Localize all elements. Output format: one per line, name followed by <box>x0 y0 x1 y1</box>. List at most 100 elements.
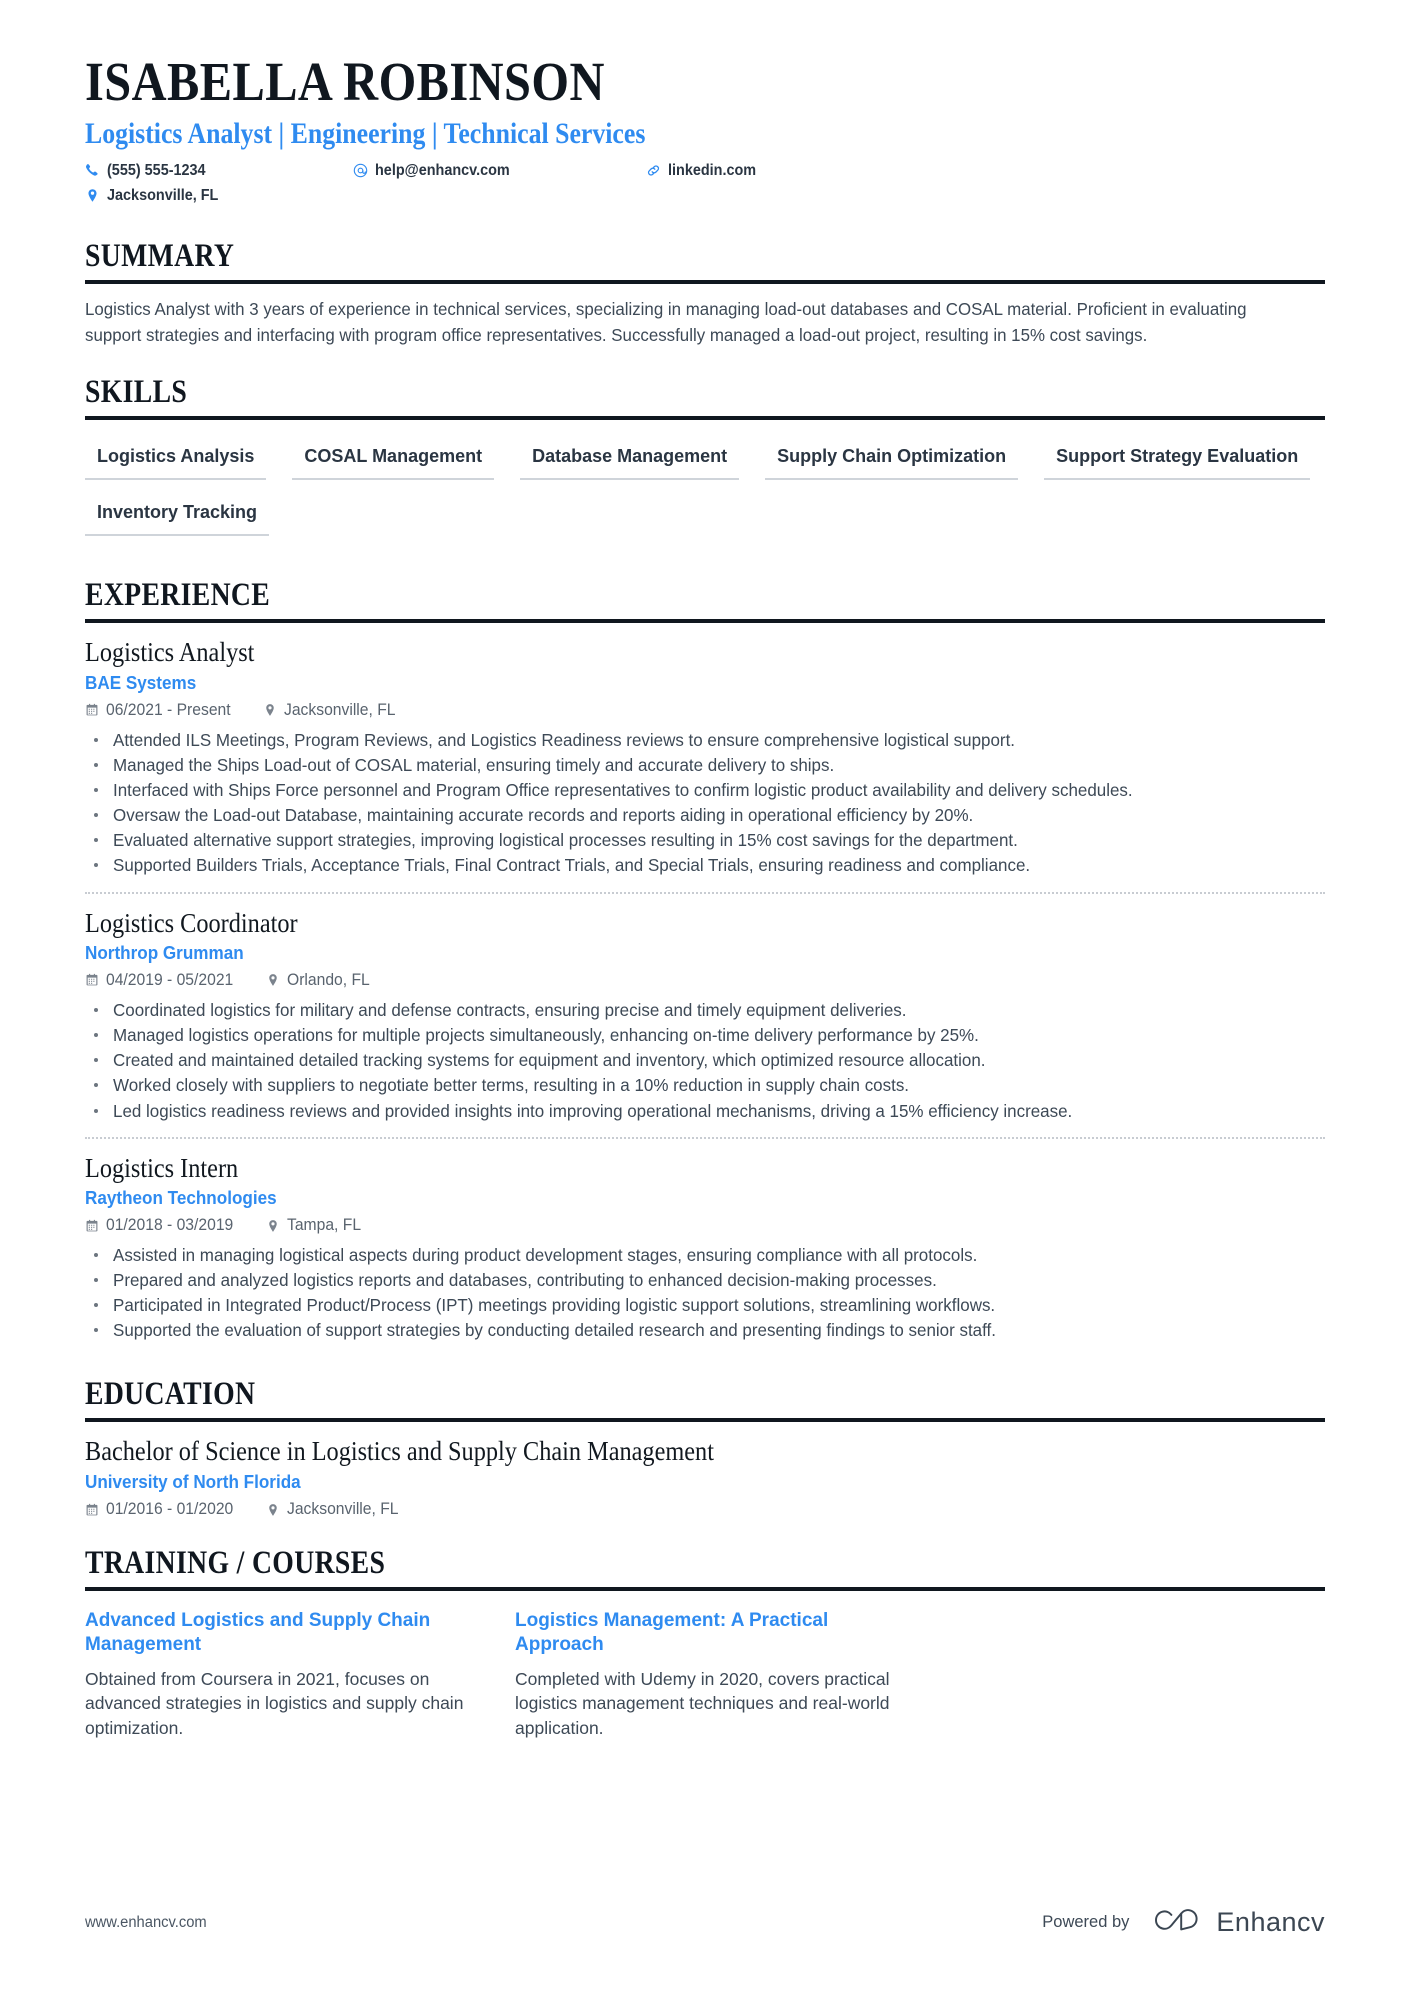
bullet-item: Participated in Integrated Product/Proce… <box>85 1293 1310 1317</box>
footer-url[interactable]: www.enhancv.com <box>85 1914 207 1932</box>
bullet-text: Supported the evaluation of support stra… <box>113 1320 996 1341</box>
resume-page: ISABELLA ROBINSON Logistics Analyst | En… <box>0 0 1410 1995</box>
job-location: Tampa, FL <box>266 1216 365 1235</box>
experience-body: Logistics Analyst BAE Systems 06/2021 - … <box>85 623 1325 1349</box>
contact-phone-value: (555) 555-1234 <box>107 161 206 179</box>
experience-entry: Logistics Coordinator Northrop Grumman 0… <box>85 891 1325 1130</box>
bullet-item: Evaluated alternative support strategies… <box>85 828 1310 852</box>
section-summary: SUMMARY Logistics Analyst with 3 years o… <box>85 239 1325 348</box>
resume-header: ISABELLA ROBINSON Logistics Analyst | En… <box>85 52 1325 212</box>
calendar-icon <box>85 703 99 717</box>
skill-chip: Supply Chain Optimization <box>765 439 1019 481</box>
section-experience: EXPERIENCE Logistics Analyst BAE Systems… <box>85 579 1325 1349</box>
contact-location-value: Jacksonville, FL <box>107 186 219 204</box>
section-title-training: TRAINING / COURSES <box>85 1545 386 1581</box>
job-location: Jacksonville, FL <box>263 701 401 720</box>
bullet-item: Worked closely with suppliers to negotia… <box>85 1073 1310 1097</box>
job-dates: 04/2019 - 05/2021 <box>85 971 240 990</box>
contact-block: (555) 555-1234 help@enhancv.com linkedin… <box>85 162 1325 212</box>
education-entry: Bachelor of Science in Logistics and Sup… <box>85 1435 1325 1519</box>
location-pin-icon <box>263 703 277 717</box>
course-description: Completed with Udemy in 2020, covers pra… <box>515 1668 890 1738</box>
candidate-name: ISABELLA ROBINSON <box>85 51 605 112</box>
bullet-text: Supported Builders Trials, Acceptance Tr… <box>113 855 1031 876</box>
email-icon <box>353 163 368 178</box>
bullet-item: Assisted in managing logistical aspects … <box>85 1243 1310 1267</box>
footer-branding: Powered by Enhancv <box>1042 1905 1325 1940</box>
skill-chip: Inventory Tracking <box>85 495 270 537</box>
education-location-value: Jacksonville, FL <box>286 1500 399 1518</box>
bullet-text: Assisted in managing logistical aspects … <box>113 1245 978 1266</box>
location-pin-icon <box>85 188 100 203</box>
bullet-text: Created and maintained detailed tracking… <box>113 1050 986 1071</box>
job-location-value: Orlando, FL <box>286 970 370 989</box>
bullet-text: Managed logistics operations for multipl… <box>113 1025 979 1046</box>
bullet-item: Supported the evaluation of support stra… <box>85 1318 1310 1342</box>
job-title: Logistics Coordinator <box>85 907 298 938</box>
section-education: EDUCATION Bachelor of Science in Logisti… <box>85 1375 1325 1519</box>
section-title-education: EDUCATION <box>85 1375 256 1412</box>
location-pin-icon <box>266 1219 280 1233</box>
calendar-icon <box>85 1219 99 1233</box>
job-meta: 06/2021 - Present Jacksonville, FL <box>85 701 1325 720</box>
education-location: Jacksonville, FL <box>266 1500 404 1519</box>
job-location-value: Tampa, FL <box>286 1216 362 1235</box>
bullet-item: Supported Builders Trials, Acceptance Tr… <box>85 853 1310 877</box>
job-meta: 04/2019 - 05/2021 Orlando, FL <box>85 971 1325 990</box>
contact-email[interactable]: help@enhancv.com <box>353 162 646 180</box>
experience-entry: Logistics Intern Raytheon Technologies 0… <box>85 1136 1325 1350</box>
contact-email-value: help@enhancv.com <box>375 161 510 179</box>
bullet-text: Interfaced with Ships Force personnel an… <box>113 780 1133 800</box>
bullet-item: Oversaw the Load-out Database, maintaini… <box>85 803 1310 827</box>
enhancv-logo: Enhancv <box>1149 1905 1325 1940</box>
bullet-item: Attended ILS Meetings, Program Reviews, … <box>85 728 1310 752</box>
summary-text: Logistics Analyst with 3 years of experi… <box>85 298 1247 345</box>
education-meta: 01/2016 - 01/2020 Jacksonville, FL <box>85 1500 1325 1519</box>
bullet-item: Prepared and analyzed logistics reports … <box>85 1268 1310 1292</box>
course-title: Logistics Management: A Practical Approa… <box>515 1610 829 1656</box>
job-dates: 06/2021 - Present <box>85 701 237 720</box>
bullet-item: Led logistics readiness reviews and prov… <box>85 1099 1310 1123</box>
calendar-icon <box>85 1503 99 1517</box>
job-dates-value: 06/2021 - Present <box>106 700 231 719</box>
calendar-icon <box>85 973 99 987</box>
education-body: Bachelor of Science in Logistics and Sup… <box>85 1422 1325 1519</box>
bullet-text: Managed the Ships Load-out of COSAL mate… <box>113 754 835 775</box>
education-dates: 01/2016 - 01/2020 <box>85 1500 240 1519</box>
section-training: TRAINING / COURSES Advanced Logistics an… <box>85 1547 1325 1740</box>
bullet-text: Prepared and analyzed logistics reports … <box>113 1270 937 1291</box>
course-description: Obtained from Coursera in 2021, focuses … <box>85 1668 464 1738</box>
contact-location: Jacksonville, FL <box>85 187 353 205</box>
courses-list: Advanced Logistics and Supply Chain Mana… <box>85 1604 1325 1740</box>
bullet-item: Managed the Ships Load-out of COSAL mate… <box>85 753 1310 777</box>
job-title: Logistics Intern <box>85 1152 239 1183</box>
education-degree: Bachelor of Science in Logistics and Sup… <box>85 1435 714 1466</box>
job-company: Northrop Grumman <box>85 942 244 963</box>
skills-body: Logistics Analysis COSAL Management Data… <box>85 420 1325 551</box>
enhancv-mark-icon <box>1149 1905 1205 1940</box>
job-company: BAE Systems <box>85 672 197 693</box>
location-pin-icon <box>266 973 280 987</box>
job-meta: 01/2018 - 03/2019 Tampa, FL <box>85 1216 1325 1235</box>
contact-linkedin-value: linkedin.com <box>668 161 757 179</box>
contact-phone[interactable]: (555) 555-1234 <box>85 162 353 180</box>
page-footer: www.enhancv.com Powered by Enhancv <box>85 1905 1325 1940</box>
education-school: University of North Florida <box>85 1472 301 1492</box>
phone-icon <box>85 163 100 178</box>
bullet-text: Oversaw the Load-out Database, maintaini… <box>113 805 974 826</box>
job-company: Raytheon Technologies <box>85 1188 277 1209</box>
job-dates-value: 04/2019 - 05/2021 <box>106 970 234 989</box>
job-location-value: Jacksonville, FL <box>284 700 396 719</box>
link-icon <box>646 163 661 178</box>
bullet-item: Coordinated logistics for military and d… <box>85 998 1310 1022</box>
summary-body: Logistics Analyst with 3 years of experi… <box>85 284 1325 348</box>
section-skills: SKILLS Logistics Analysis COSAL Manageme… <box>85 376 1325 551</box>
skills-list: Logistics Analysis COSAL Management Data… <box>85 433 1325 551</box>
job-bullets: Coordinated logistics for military and d… <box>85 998 1325 1123</box>
bullet-text: Evaluated alternative support strategies… <box>113 830 1018 851</box>
contact-linkedin[interactable]: linkedin.com <box>646 162 763 180</box>
course-entry: Logistics Management: A Practical Approa… <box>515 1609 945 1740</box>
course-title: Advanced Logistics and Supply Chain Mana… <box>85 1610 431 1656</box>
section-title-experience: EXPERIENCE <box>85 577 271 614</box>
experience-entry: Logistics Analyst BAE Systems 06/2021 - … <box>85 636 1325 884</box>
